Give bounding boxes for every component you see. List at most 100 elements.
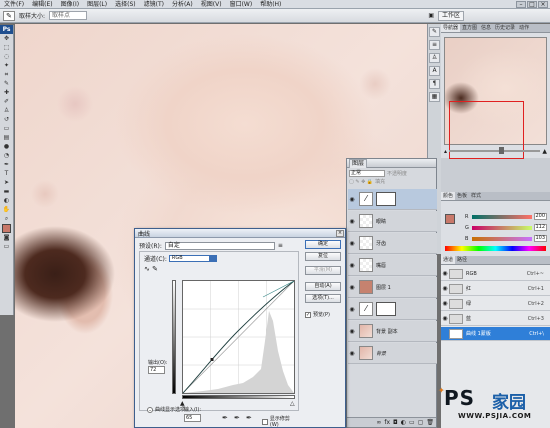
workspace-button[interactable]: 工作区 <box>437 10 464 21</box>
blue-value[interactable]: 103 <box>534 235 547 242</box>
menu-edit[interactable]: 编辑(E) <box>28 0 56 9</box>
tab-color[interactable]: 颜色 <box>441 192 456 200</box>
blend-mode-select[interactable]: 正常 <box>349 170 385 177</box>
eye-icon[interactable]: ◉ <box>348 284 356 291</box>
tab-layers[interactable]: 图层 <box>349 158 368 168</box>
tab-history[interactable]: 历史记录 <box>493 24 517 32</box>
marquee-tool-icon[interactable]: ⬚ <box>1 44 13 52</box>
point-curve-icon[interactable]: ∿ <box>144 265 150 273</box>
zoom-slider[interactable]: ▴ ▲ <box>444 147 547 155</box>
gray-eyedropper-icon[interactable]: ✒ <box>234 414 240 422</box>
tools-preset-icon[interactable]: ✎ <box>429 27 440 37</box>
menu-help[interactable]: 帮助(H) <box>256 0 285 9</box>
eyedropper-tool-icon[interactable]: ✎ <box>3 10 15 21</box>
add-mask-icon[interactable]: ◘ <box>393 419 398 426</box>
type-tool-icon[interactable]: T <box>1 170 13 178</box>
menu-layer[interactable]: 图层(L) <box>83 0 111 9</box>
paragraph-panel-icon[interactable]: ¶ <box>429 79 440 89</box>
expand-chevron-icon[interactable]: ⌄ <box>147 406 153 413</box>
tab-channels[interactable]: 通道 <box>441 256 456 264</box>
close-icon[interactable]: × <box>538 0 548 8</box>
channel-row-rgb[interactable]: ◉ RGB Ctrl+~ <box>441 267 550 281</box>
preview-checkbox[interactable]: ✓ 预览(P) <box>305 311 330 318</box>
preset-menu-icon[interactable]: ≡ <box>278 242 283 249</box>
zoom-tool-icon[interactable]: ⌕ <box>1 215 13 223</box>
curve-display-options[interactable]: ⌄ 曲线显示选项 <box>147 406 185 413</box>
clone-stamp-icon[interactable]: ♙ <box>1 107 13 115</box>
color-spectrum-bar[interactable] <box>445 246 546 251</box>
healing-brush-icon[interactable]: ✚ <box>1 89 13 97</box>
output-field[interactable]: 72 <box>148 366 165 374</box>
input-field[interactable]: 65 <box>184 414 201 422</box>
tab-styles[interactable]: 样式 <box>469 192 483 200</box>
3d-rotate-icon[interactable]: ◐ <box>1 197 13 205</box>
channel-row-green[interactable]: ◉ 绿 Ctrl+2 <box>441 297 550 311</box>
white-eyedropper-icon[interactable]: ✒ <box>246 414 252 422</box>
red-slider[interactable] <box>472 214 532 219</box>
menu-window[interactable]: 窗口(W) <box>226 0 257 9</box>
eyedropper-icon[interactable]: ✎ <box>1 80 13 88</box>
maximize-icon[interactable]: □ <box>527 0 537 8</box>
lasso-tool-icon[interactable]: ◌ <box>1 53 13 61</box>
channel-row-curves-mask[interactable]: 曲线 1蒙版 Ctrl+\ <box>441 327 550 341</box>
menu-image[interactable]: 图像(I) <box>57 0 83 9</box>
menu-view[interactable]: 视图(V) <box>197 0 226 9</box>
show-clipping-box[interactable] <box>262 418 268 425</box>
eye-icon[interactable]: ◉ <box>348 306 356 313</box>
channel-row-blue[interactable]: ◉ 蓝 Ctrl+3 <box>441 312 550 326</box>
black-eyedropper-icon[interactable]: ✒ <box>222 414 228 422</box>
channel-row-red[interactable]: ◉ 红 Ctrl+1 <box>441 282 550 296</box>
hand-tool-icon[interactable]: ✋ <box>1 206 13 214</box>
eye-icon[interactable]: ◉ <box>348 196 356 203</box>
foreground-color-swatch[interactable] <box>2 224 11 233</box>
screen-mode-icon[interactable]: ▣ <box>428 12 434 19</box>
green-slider[interactable] <box>472 225 532 230</box>
layer-row[interactable]: ◉ 眼睛 <box>348 211 437 232</box>
gradient-tool-icon[interactable]: ▤ <box>1 134 13 142</box>
eye-icon[interactable]: ◉ <box>348 262 356 269</box>
clone-source-icon[interactable]: ♙ <box>429 53 440 63</box>
crop-tool-icon[interactable]: ⌗ <box>1 71 13 79</box>
layer-comps-icon[interactable]: ▦ <box>429 92 440 102</box>
screen-mode-toolbox-icon[interactable]: ▭ <box>1 243 13 251</box>
blur-tool-icon[interactable]: ● <box>1 143 13 151</box>
eye-icon[interactable]: ◉ <box>348 240 356 247</box>
blue-slider[interactable] <box>472 236 532 241</box>
zoom-slider-knob[interactable] <box>499 147 505 154</box>
red-value[interactable]: 200 <box>534 213 547 220</box>
layer-mask-thumbnail[interactable] <box>376 192 396 206</box>
lock-icons[interactable]: ▢ ✎ ✥ 🔒 <box>349 179 373 185</box>
pencil-curve-icon[interactable]: ✎ <box>152 265 158 273</box>
tab-actions[interactable]: 动作 <box>517 24 531 32</box>
dodge-tool-icon[interactable]: ◔ <box>1 152 13 160</box>
green-value[interactable]: 112 <box>534 224 547 231</box>
show-clipping-checkbox[interactable]: 显示修剪(W) <box>262 415 298 428</box>
eye-icon[interactable]: ◉ <box>348 218 356 225</box>
layer-row[interactable]: ◉ 背景 <box>348 343 437 364</box>
layer-row[interactable]: ◉ 嘴唇 <box>348 255 437 276</box>
layer-mask-thumbnail[interactable] <box>376 302 396 316</box>
character-panel-icon[interactable]: A <box>429 66 440 76</box>
zoom-out-icon[interactable]: ▴ <box>444 148 447 155</box>
layer-row[interactable]: ◉ ⁄ <box>348 189 437 210</box>
options-button[interactable]: 选项(T)... <box>305 294 341 303</box>
tab-histogram[interactable]: 直方图 <box>460 24 479 32</box>
eye-icon[interactable]: ◉ <box>348 328 356 335</box>
link-layers-icon[interactable]: ∞ <box>376 419 381 426</box>
smooth-button[interactable]: 平滑(M) <box>305 266 341 275</box>
new-group-icon[interactable]: ▭ <box>409 419 415 426</box>
layer-row[interactable]: ◉ 背景 副本 <box>348 321 437 342</box>
layer-row[interactable]: ◉ 图层 1 <box>348 277 437 298</box>
tab-info[interactable]: 信息 <box>479 24 493 32</box>
dialog-titlebar[interactable]: 曲线 × <box>135 229 345 238</box>
quick-mask-icon[interactable]: ◙ <box>1 234 13 242</box>
dialog-close-icon[interactable]: × <box>336 229 344 237</box>
move-tool-icon[interactable]: ✥ <box>1 35 13 43</box>
brush-panel-icon[interactable]: ≡ <box>429 40 440 50</box>
tab-paths[interactable]: 路径 <box>455 256 469 264</box>
eye-icon[interactable]: ◉ <box>441 300 449 307</box>
eye-icon[interactable]: ◉ <box>441 270 449 277</box>
auto-button[interactable]: 自动(A) <box>305 282 341 291</box>
sample-size-select[interactable]: 取样点 <box>49 11 88 20</box>
ok-button[interactable]: 确定 <box>305 240 341 249</box>
